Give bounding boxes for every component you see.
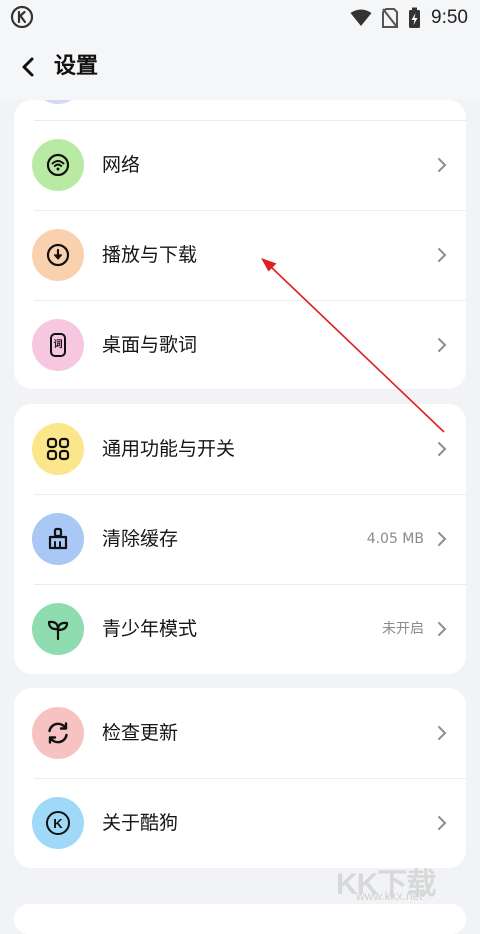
wifi-icon [46, 153, 70, 177]
teen-mode-status: 未开启 [382, 621, 424, 637]
playback-download-icon-badge [32, 229, 84, 281]
settings-row-label: 播放与下载 [102, 244, 198, 266]
chevron-right-icon [438, 622, 447, 636]
lyrics-icon-glyph: 词 [53, 340, 63, 350]
status-time: 9:50 [431, 7, 468, 28]
desktop-lyrics-icon-badge: 词 [32, 319, 84, 371]
kugou-notification-icon [10, 5, 34, 29]
chevron-right-icon [438, 816, 447, 830]
download-icon [46, 243, 70, 267]
settings-row-label: 检查更新 [102, 722, 179, 744]
watermark-url: www.kkx.net [356, 889, 423, 903]
chevron-left-icon[interactable] [14, 52, 44, 82]
settings-row-clear-cache[interactable]: 清除缓存 4.05 MB [14, 494, 466, 584]
status-bar: 9:50 [0, 0, 480, 36]
settings-row-label: 青少年模式 [102, 618, 198, 640]
no-sim-icon [382, 8, 399, 28]
sprout-icon [47, 620, 69, 641]
cache-size-value: 4.05 MB [366, 531, 424, 547]
settings-row-label: 桌面与歌词 [102, 334, 198, 356]
settings-group-1: 网络 播放与下载 词 桌面与歌词 [14, 100, 466, 389]
chevron-right-icon [438, 726, 447, 740]
settings-row-label: 通用功能与开关 [102, 438, 236, 460]
settings-row-label: 网络 [102, 154, 141, 176]
general-icon-badge [32, 423, 84, 475]
kugou-logo-icon: K [46, 811, 70, 835]
settings-row-playback-download[interactable]: 播放与下载 [14, 210, 466, 300]
broom-icon [48, 527, 68, 550]
grid-icon [46, 437, 70, 461]
kugou-logo-glyph: K [53, 815, 63, 831]
settings-row-network[interactable]: 网络 [14, 120, 466, 210]
clear-cache-icon-badge [32, 513, 84, 565]
watermark: KK下载 www.kkx.net [334, 859, 474, 909]
chevron-right-icon [438, 442, 447, 456]
page-title: 设置 [54, 54, 99, 79]
wifi-signal-icon [350, 9, 372, 26]
lyrics-widget-icon: 词 [50, 333, 66, 357]
header: 设置 [0, 36, 480, 100]
settings-row-general[interactable]: 通用功能与开关 [14, 404, 466, 494]
settings-group-3: 检查更新 K 关于酷狗 [14, 688, 466, 868]
check-update-icon-badge [32, 707, 84, 759]
settings-row-label: 关于酷狗 [102, 812, 179, 834]
settings-row-about[interactable]: K 关于酷狗 [14, 778, 466, 868]
refresh-icon [48, 722, 68, 744]
chevron-right-icon [438, 532, 447, 546]
settings-row-desktop-lyrics[interactable]: 词 桌面与歌词 [14, 300, 466, 389]
chevron-right-icon [438, 338, 447, 352]
battery-charging-icon [409, 7, 421, 28]
chevron-right-icon [438, 158, 447, 172]
network-icon-badge [32, 139, 84, 191]
settings-group-2: 通用功能与开关 清除缓存 4.05 MB 青少年模式 未开启 [14, 404, 466, 674]
settings-row-teen-mode[interactable]: 青少年模式 未开启 [14, 584, 466, 674]
scrolled-item-icon [32, 100, 84, 104]
teen-mode-icon-badge [32, 603, 84, 655]
settings-row-label: 清除缓存 [102, 528, 179, 550]
chevron-right-icon [438, 248, 447, 262]
settings-row-check-update[interactable]: 检查更新 [14, 688, 466, 778]
about-icon-badge: K [32, 797, 84, 849]
